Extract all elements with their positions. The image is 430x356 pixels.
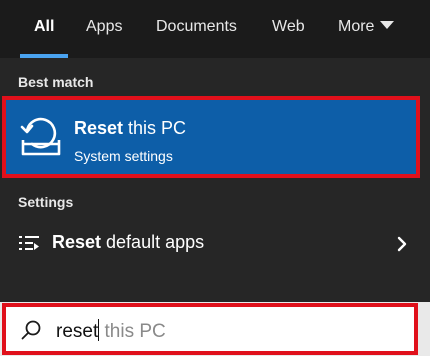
tab-more-label: More [338, 18, 375, 35]
search-input[interactable]: reset this PC [2, 303, 418, 355]
best-match-result-reset-this-pc[interactable]: Reset this PC System settings [2, 96, 420, 178]
settings-result-label-rest: default apps [101, 232, 205, 252]
chevron-right-icon[interactable] [396, 234, 408, 254]
search-query[interactable]: reset this PC [56, 319, 166, 343]
tab-apps-label: Apps [86, 18, 123, 35]
settings-heading: Settings [18, 194, 74, 210]
tab-all[interactable]: All [19, 0, 70, 58]
best-match-title-bold: Reset [74, 118, 124, 138]
search-scope-tabs: All Apps Documents Web More [0, 0, 430, 58]
search-autocomplete-hint: this PC [99, 321, 166, 342]
best-match-heading: Best match [18, 74, 94, 90]
best-match-title-rest: this PC [123, 118, 187, 138]
search-icon [21, 320, 41, 340]
tab-web-label: Web [272, 18, 305, 35]
best-match-title: Reset this PC [74, 118, 186, 139]
tab-apps[interactable]: Apps [86, 0, 122, 58]
results-panel: Best match Reset this PC System settings… [0, 58, 430, 302]
settings-result-label-bold: Reset [52, 232, 102, 252]
tab-documents-label: Documents [156, 18, 237, 35]
app-list-icon [19, 236, 39, 250]
settings-result-reset-default-apps[interactable]: Reset default apps [0, 226, 430, 262]
tab-all-label: All [34, 18, 55, 35]
tab-web[interactable]: Web [272, 0, 305, 58]
reset-pc-icon [20, 117, 61, 156]
tab-more[interactable]: More [338, 0, 395, 58]
tab-documents[interactable]: Documents [156, 0, 237, 58]
settings-result-label: Reset default apps [52, 232, 204, 253]
best-match-subtitle: System settings [74, 148, 173, 164]
search-typed-text: reset [56, 321, 99, 342]
caret-down-icon [380, 21, 395, 29]
